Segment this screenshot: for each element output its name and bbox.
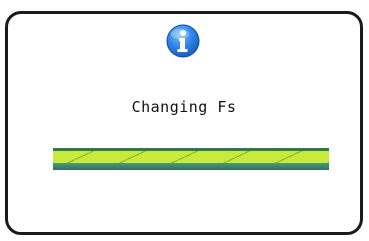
status-message: Changing Fs [131,98,237,116]
progress-bar [53,148,329,170]
info-dialog: Changing Fs [5,11,363,235]
progress-bar-bottom-stripe [53,163,329,170]
info-icon [166,24,200,58]
progress-bar-middle-stripe [53,151,329,163]
progress-bar-fill [53,148,329,170]
